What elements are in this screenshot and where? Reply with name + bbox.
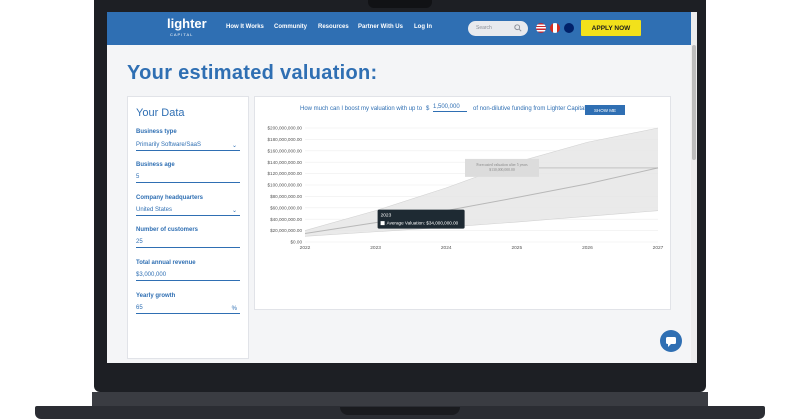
y-tick-label: $40,000,000.00 xyxy=(270,217,302,222)
x-tick-label: 2022 xyxy=(300,245,311,251)
y-tick-label: $100,000,000.00 xyxy=(268,183,303,188)
laptop-hinge xyxy=(92,392,708,406)
forecast-annotation-label: Forecasted valuation after 5 years xyxy=(476,163,528,167)
your-data-panel: Your Data Business type Primarily Softwa… xyxy=(127,96,249,359)
show-me-button[interactable]: SHOW ME xyxy=(585,105,625,115)
tooltip-swatch xyxy=(380,221,385,226)
camera-notch xyxy=(368,0,432,8)
browser-screen: lighter CAPITAL How It Works Community R… xyxy=(107,12,697,363)
y-tick-label: $200,000,000.00 xyxy=(268,126,303,131)
company-headquarters-value: United States xyxy=(136,207,173,213)
scrollbar-thumb[interactable] xyxy=(692,45,696,160)
business-type-value: Primarily Software/SaaS xyxy=(136,142,202,148)
x-tick-label: 2027 xyxy=(653,245,664,251)
number-of-customers-label: Number of customers xyxy=(136,227,199,233)
canada-flag-icon[interactable] xyxy=(550,23,560,33)
search-input[interactable]: Search xyxy=(468,21,528,36)
australia-flag-icon[interactable] xyxy=(564,23,574,33)
y-tick-label: $120,000,000.00 xyxy=(268,171,303,176)
nav-link-how-it-works[interactable]: How It Works xyxy=(226,24,264,30)
total-annual-revenue-input[interactable]: $3,000,000 xyxy=(136,272,240,281)
logo-subtitle: CAPITAL xyxy=(170,32,194,37)
nav-link-resources[interactable]: Resources xyxy=(318,24,349,30)
x-tick-label: 2024 xyxy=(441,245,452,251)
business-age-input[interactable]: 5 xyxy=(136,174,240,183)
search-placeholder: Search xyxy=(476,25,492,31)
x-tick-label: 2026 xyxy=(582,245,593,251)
y-tick-label: $20,000,000.00 xyxy=(270,228,302,233)
currency-symbol: $ xyxy=(426,106,430,112)
total-annual-revenue-label: Total annual revenue xyxy=(136,260,196,266)
business-age-label: Business age xyxy=(136,162,175,168)
company-headquarters-select[interactable]: United States ⌄ xyxy=(136,207,240,216)
funding-question-prefix: How much can I boost my valuation with u… xyxy=(300,106,423,112)
laptop-base-notch xyxy=(340,407,460,415)
yearly-growth-input[interactable]: 65 % xyxy=(136,305,240,314)
tooltip-year: 2023 xyxy=(381,213,392,219)
x-tick-label: 2025 xyxy=(511,245,522,251)
page-title: Your estimated valuation: xyxy=(127,62,378,84)
yearly-growth-value: 65 xyxy=(136,305,143,311)
funding-question-suffix: of non-dilutive funding from Lighter Cap… xyxy=(473,106,590,112)
chevron-down-icon: ⌄ xyxy=(231,143,237,149)
chat-icon xyxy=(666,337,676,347)
nav-link-partner[interactable]: Partner With Us xyxy=(358,24,403,30)
us-flag-icon[interactable] xyxy=(536,23,546,33)
your-data-title: Your Data xyxy=(136,107,185,119)
nav-link-community[interactable]: Community xyxy=(274,24,307,30)
valuation-chart: $200,000,000.00 $180,000,000.00 $160,000,0… xyxy=(268,126,664,251)
business-type-label: Business type xyxy=(136,129,177,135)
number-of-customers-input[interactable]: 25 xyxy=(136,239,240,248)
top-navigation: lighter CAPITAL How It Works Community R… xyxy=(107,12,697,45)
tooltip-value: Average Valuation: $34,000,000.00 xyxy=(387,221,459,226)
apply-now-button[interactable]: APPLY NOW xyxy=(581,20,641,36)
company-headquarters-label: Company headquarters xyxy=(136,195,204,201)
y-tick-label: $60,000,000.00 xyxy=(270,205,302,210)
yearly-growth-label: Yearly growth xyxy=(136,293,176,299)
y-tick-label: $0.00 xyxy=(291,240,303,245)
percent-suffix: % xyxy=(231,306,237,312)
funding-amount-input[interactable]: 1,500,000 xyxy=(433,104,467,112)
logo[interactable]: lighter xyxy=(167,17,207,30)
chevron-down-icon: ⌄ xyxy=(231,208,237,214)
y-tick-label: $140,000,000.00 xyxy=(268,160,303,165)
business-type-select[interactable]: Primarily Software/SaaS ⌄ xyxy=(136,142,240,151)
nav-link-login[interactable]: Log In xyxy=(414,24,432,30)
chat-button[interactable] xyxy=(660,330,682,352)
y-tick-label: $80,000,000.00 xyxy=(270,194,302,199)
forecast-range-band xyxy=(305,128,658,237)
y-tick-label: $180,000,000.00 xyxy=(268,137,303,142)
valuation-chart-panel: How much can I boost my valuation with u… xyxy=(254,96,671,310)
search-icon[interactable] xyxy=(514,24,522,32)
tooltip-box xyxy=(377,209,465,229)
y-tick-label: $160,000,000.00 xyxy=(268,148,303,153)
x-tick-label: 2023 xyxy=(370,245,381,251)
